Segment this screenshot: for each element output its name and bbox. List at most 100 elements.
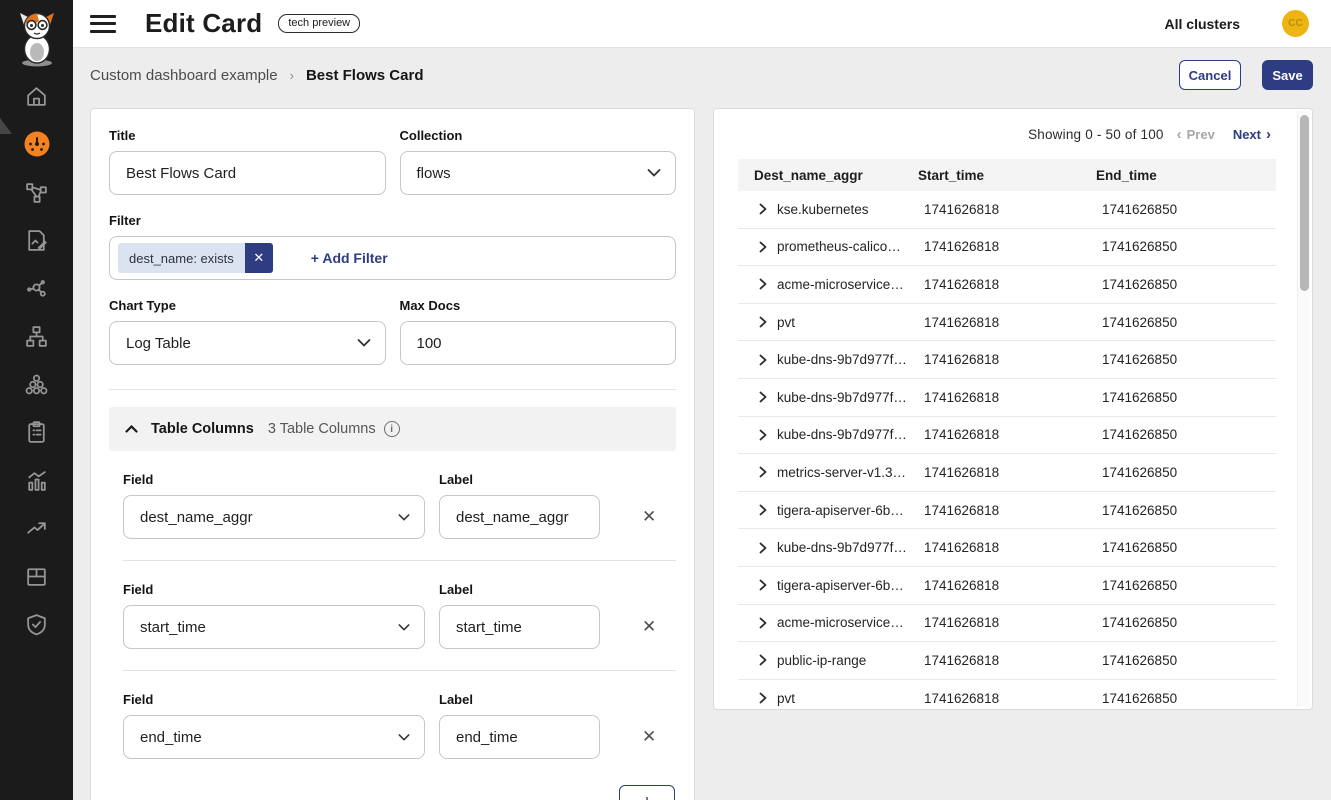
table-row: pvt 1741626818 1741626850 xyxy=(738,680,1276,710)
expand-row-chevron-icon[interactable] xyxy=(759,542,767,554)
label-input[interactable] xyxy=(439,715,600,759)
field-select[interactable]: dest_name_aggr xyxy=(123,495,425,539)
honeycomb-cluster-icon[interactable] xyxy=(22,370,52,398)
shield-check-icon[interactable] xyxy=(22,610,52,638)
remove-column-icon[interactable]: ✕ xyxy=(642,727,656,747)
cluster-selector[interactable]: All clusters xyxy=(1165,16,1240,32)
expand-row-chevron-icon[interactable] xyxy=(759,429,767,441)
add-filter-button[interactable]: + Add Filter xyxy=(311,250,388,266)
expand-row-chevron-icon[interactable] xyxy=(759,354,767,366)
cell-end-time: 1741626850 xyxy=(1102,352,1177,367)
expand-row-chevron-icon[interactable] xyxy=(759,278,767,290)
dashboard-gauge-icon[interactable] xyxy=(22,130,52,158)
cell-end-time: 1741626850 xyxy=(1102,578,1177,593)
cancel-button[interactable]: Cancel xyxy=(1179,60,1241,90)
column-config-row: Field Label end_time ✕ xyxy=(109,671,676,759)
cell-dest-name: public-ip-range xyxy=(777,653,866,668)
prev-page-button[interactable]: ‹ Prev xyxy=(1177,127,1215,142)
cell-dest-name: pvt xyxy=(777,691,795,706)
sidebar xyxy=(0,0,73,800)
expand-row-chevron-icon[interactable] xyxy=(759,617,767,629)
max-docs-input[interactable] xyxy=(400,321,677,365)
top-bar: Edit Card tech preview All clusters CC xyxy=(73,0,1331,48)
remove-column-icon[interactable]: ✕ xyxy=(642,507,656,527)
expand-row-chevron-icon[interactable] xyxy=(759,504,767,516)
breadcrumb-parent[interactable]: Custom dashboard example xyxy=(90,67,278,84)
next-page-button[interactable]: Next › xyxy=(1233,127,1271,142)
filter-label: Filter xyxy=(109,213,676,228)
section-title: Table Columns xyxy=(151,421,254,437)
expand-row-chevron-icon[interactable] xyxy=(759,316,767,328)
cell-end-time: 1741626850 xyxy=(1102,277,1177,292)
column-header-end-time: End_time xyxy=(1096,168,1276,183)
cell-end-time: 1741626850 xyxy=(1102,465,1177,480)
clipboard-list-icon[interactable] xyxy=(22,418,52,446)
cell-start-time: 1741626818 xyxy=(924,691,999,706)
home-icon[interactable] xyxy=(22,82,52,110)
chip-remove-icon[interactable]: ✕ xyxy=(245,243,273,273)
cell-end-time: 1741626850 xyxy=(1102,427,1177,442)
label-input[interactable] xyxy=(439,605,600,649)
label-label: Label xyxy=(439,582,473,597)
breadcrumb-bar: Custom dashboard example › Best Flows Ca… xyxy=(90,59,1313,91)
breadcrumb-separator: › xyxy=(290,68,294,83)
chart-type-select[interactable]: Log Table xyxy=(109,321,386,365)
field-select[interactable]: start_time xyxy=(123,605,425,649)
package-box-icon[interactable] xyxy=(22,562,52,590)
expand-row-chevron-icon[interactable] xyxy=(759,654,767,666)
chevron-down-icon xyxy=(398,509,410,526)
cell-dest-name: metrics-server-v1.3… xyxy=(777,465,906,480)
info-icon[interactable]: i xyxy=(384,421,400,437)
avatar[interactable]: CC xyxy=(1282,10,1309,37)
cell-start-time: 1741626818 xyxy=(924,540,999,555)
expand-row-chevron-icon[interactable] xyxy=(759,692,767,704)
table-row: kube-dns-9b7d977f… 1741626818 1741626850 xyxy=(738,379,1276,417)
calico-cat-logo-icon[interactable] xyxy=(13,8,61,68)
column-config-row: Field Label start_time ✕ xyxy=(109,561,676,649)
cell-dest-name: kube-dns-9b7d977f… xyxy=(777,427,907,442)
cell-start-time: 1741626818 xyxy=(924,503,999,518)
card-editor-panel: Title Collection flows Filter dest_name:… xyxy=(90,108,695,800)
breadcrumb-current: Best Flows Card xyxy=(306,67,424,84)
field-label: Field xyxy=(123,472,439,487)
cell-end-time: 1741626850 xyxy=(1102,503,1177,518)
hamburger-menu-icon[interactable] xyxy=(90,15,116,33)
add-column-button[interactable]: + xyxy=(619,785,675,800)
save-button[interactable]: Save xyxy=(1262,60,1313,90)
remove-column-icon[interactable]: ✕ xyxy=(642,617,656,637)
expand-row-chevron-icon[interactable] xyxy=(759,241,767,253)
chevron-left-icon: ‹ xyxy=(1177,127,1182,142)
table-columns-section-header[interactable]: Table Columns 3 Table Columns i xyxy=(109,407,676,451)
scrollbar-thumb[interactable] xyxy=(1300,115,1309,291)
sidebar-notch xyxy=(0,118,12,134)
page-title: Edit Card xyxy=(145,8,262,39)
cell-dest-name: kube-dns-9b7d977f… xyxy=(777,352,907,367)
expand-row-chevron-icon[interactable] xyxy=(759,579,767,591)
expand-row-chevron-icon[interactable] xyxy=(759,466,767,478)
cell-start-time: 1741626818 xyxy=(924,465,999,480)
network-topology-icon[interactable] xyxy=(22,178,52,206)
chevron-right-icon: › xyxy=(1266,127,1271,142)
trend-arrow-icon[interactable] xyxy=(22,514,52,542)
cell-end-time: 1741626850 xyxy=(1102,615,1177,630)
chart-bars-icon[interactable] xyxy=(22,466,52,494)
label-label: Label xyxy=(439,692,473,707)
table-row: acme-microservice… 1741626818 1741626850 xyxy=(738,266,1276,304)
cell-start-time: 1741626818 xyxy=(924,352,999,367)
expand-row-chevron-icon[interactable] xyxy=(759,391,767,403)
collection-label: Collection xyxy=(400,128,677,143)
title-input[interactable] xyxy=(109,151,386,195)
cell-end-time: 1741626850 xyxy=(1102,691,1177,706)
label-input[interactable] xyxy=(439,495,600,539)
scrollbar-track[interactable] xyxy=(1297,111,1310,707)
table-row: metrics-server-v1.3… 1741626818 17416268… xyxy=(738,454,1276,492)
field-select[interactable]: end_time xyxy=(123,715,425,759)
sitemap-icon[interactable] xyxy=(22,322,52,350)
collection-select[interactable]: flows xyxy=(400,151,677,195)
max-docs-label: Max Docs xyxy=(400,298,677,313)
graph-nodes-icon[interactable] xyxy=(22,274,52,302)
table-row: pvt 1741626818 1741626850 xyxy=(738,304,1276,342)
chart-type-label: Chart Type xyxy=(109,298,386,313)
expand-row-chevron-icon[interactable] xyxy=(759,203,767,215)
report-edit-icon[interactable] xyxy=(22,226,52,254)
